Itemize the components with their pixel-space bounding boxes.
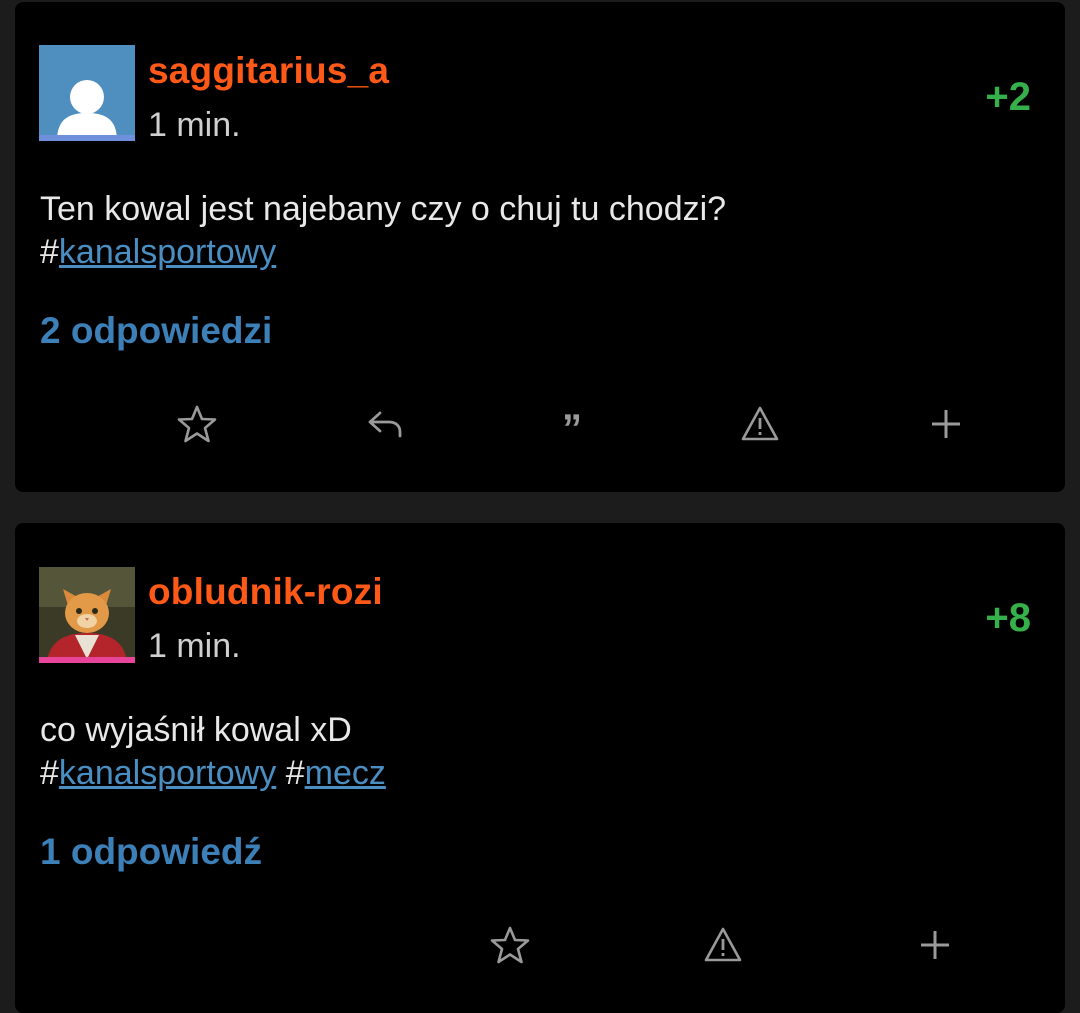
default-user-icon	[39, 45, 135, 141]
quote-icon[interactable]: ”	[547, 402, 597, 449]
post-text: co wyjaśnił kowal xD	[40, 711, 352, 749]
hash-symbol: #	[285, 754, 305, 792]
avatar-stripe	[39, 135, 135, 141]
replies-link[interactable]: 2 odpowiedzi	[40, 310, 272, 352]
post-body: co wyjaśnił kowal xD #kanalsportowy #mec…	[40, 709, 386, 795]
tag-line: #kanalsportowy	[40, 231, 726, 274]
post-text: Ten kowal jest najebany czy o chuj tu ch…	[40, 190, 727, 228]
avatar-stripe	[39, 657, 135, 663]
tag-link[interactable]: kanalsportowy	[59, 754, 276, 792]
vote-score[interactable]: +8	[985, 596, 1031, 641]
username[interactable]: obludnik-rozi	[148, 571, 383, 613]
avatar[interactable]	[39, 567, 135, 663]
tag-line: #kanalsportowy #mecz	[40, 752, 386, 795]
cat-portrait-icon	[39, 567, 135, 663]
hash-symbol: #	[40, 754, 59, 792]
star-icon[interactable]	[172, 402, 222, 446]
tag-link[interactable]: kanalsportowy	[59, 233, 276, 271]
vote-score[interactable]: +2	[985, 75, 1031, 120]
post-body: Ten kowal jest najebany czy o chuj tu ch…	[40, 188, 726, 274]
warning-icon[interactable]	[698, 923, 748, 967]
hash-symbol: #	[40, 233, 59, 271]
plus-icon[interactable]	[910, 923, 960, 967]
tag-link[interactable]: mecz	[305, 754, 386, 792]
post-card: saggitarius_a 1 min. +2 Ten kowal jest n…	[15, 2, 1065, 492]
post-time: 1 min.	[148, 106, 241, 144]
reply-icon[interactable]	[360, 402, 410, 446]
warning-icon[interactable]	[735, 402, 785, 446]
replies-link[interactable]: 1 odpowiedź	[40, 831, 262, 873]
post-time: 1 min.	[148, 627, 241, 665]
username[interactable]: saggitarius_a	[148, 50, 389, 92]
avatar[interactable]	[39, 45, 135, 141]
post-card: obludnik-rozi 1 min. +8 co wyjaśnił kowa…	[15, 523, 1065, 1013]
star-icon[interactable]	[485, 923, 535, 967]
plus-icon[interactable]	[921, 402, 971, 446]
